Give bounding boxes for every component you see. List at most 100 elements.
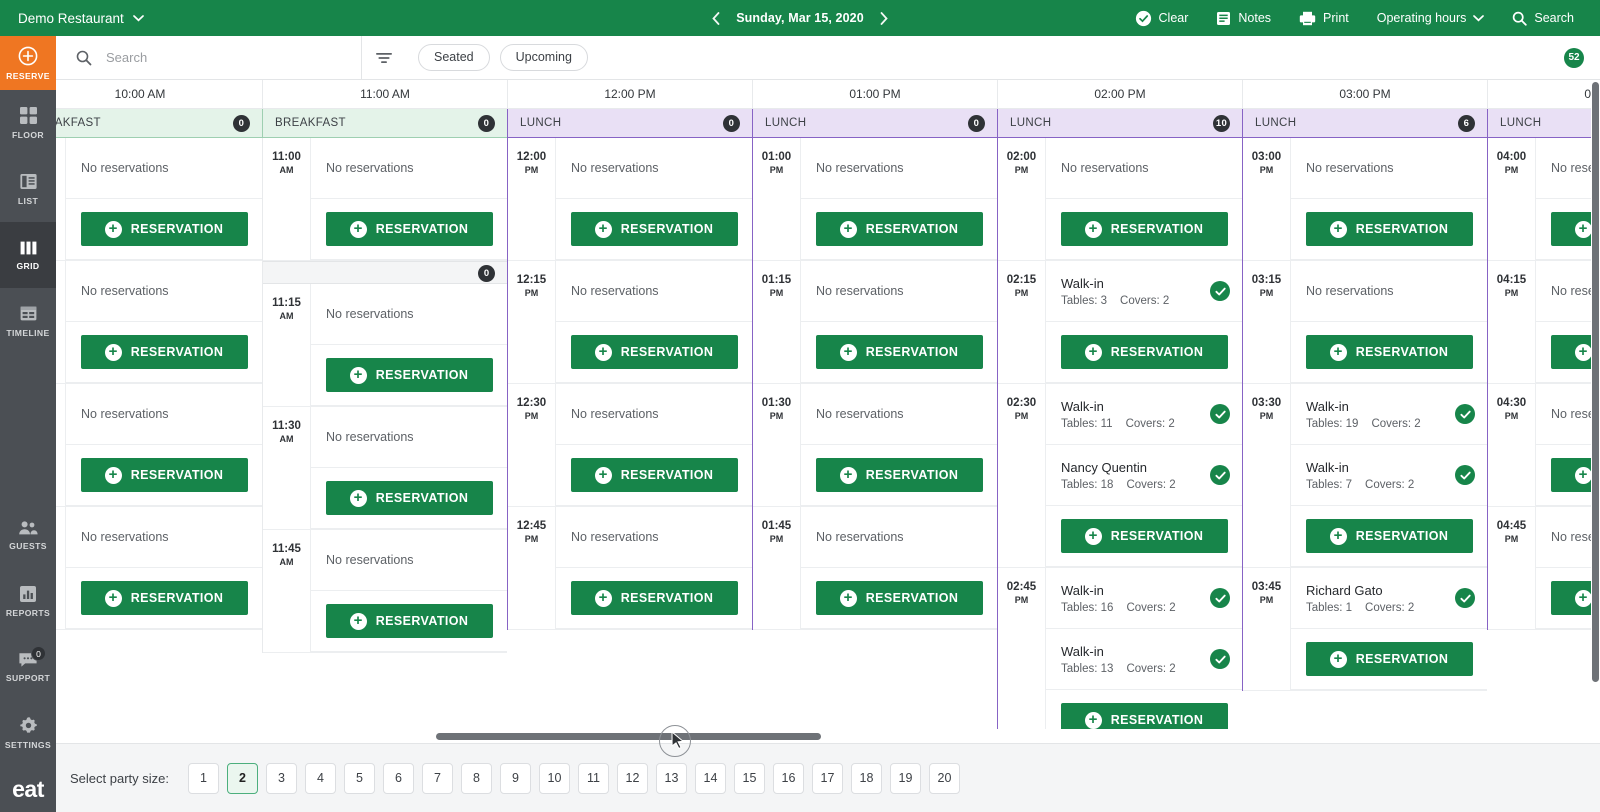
- add-reservation-button[interactable]: + RESERVATION: [1060, 335, 1228, 369]
- empty-slot-row[interactable]: No reservations: [1291, 261, 1487, 322]
- clear-button[interactable]: Clear: [1121, 0, 1203, 36]
- meal-period-sub-band[interactable]: 0: [263, 261, 507, 284]
- empty-slot-row[interactable]: No reservations: [311, 284, 507, 345]
- empty-slot-row[interactable]: No reservations: [1046, 138, 1242, 199]
- pill-seated[interactable]: Seated: [418, 44, 490, 71]
- meal-period-band[interactable]: LUNCH 0: [507, 109, 752, 138]
- restaurant-selector[interactable]: Demo Restaurant: [18, 11, 144, 26]
- party-size-option[interactable]: 12: [617, 762, 648, 794]
- party-size-option[interactable]: 10: [539, 762, 570, 794]
- empty-slot-row[interactable]: No reservations: [556, 507, 752, 568]
- add-reservation-button[interactable]: + RESERVATION: [80, 581, 248, 615]
- reservation-row[interactable]: Walk-in Tables: 11 Covers: 2: [1046, 384, 1242, 445]
- add-reservation-button[interactable]: + RESERVATION: [325, 358, 493, 392]
- operating-hours-dropdown[interactable]: Operating hours: [1363, 0, 1499, 36]
- party-size-option[interactable]: 1: [188, 762, 219, 794]
- chevron-left-icon[interactable]: [712, 11, 720, 25]
- print-button[interactable]: Print: [1285, 0, 1363, 36]
- meal-period-band[interactable]: LUNCH 6: [1242, 109, 1487, 138]
- status-confirmed-icon[interactable]: [1210, 281, 1230, 301]
- add-reservation-button[interactable]: + RESERVATION: [80, 335, 248, 369]
- add-reservation-button[interactable]: + RESERVATION: [1305, 519, 1473, 553]
- add-reservation-button[interactable]: + RESERVATION: [815, 335, 983, 369]
- empty-slot-row[interactable]: No reservations: [801, 384, 997, 445]
- add-reservation-button[interactable]: + RESERVATION: [570, 458, 738, 492]
- status-confirmed-icon[interactable]: [1210, 465, 1230, 485]
- pill-upcoming[interactable]: Upcoming: [499, 44, 588, 71]
- empty-slot-row[interactable]: No reservations: [311, 138, 507, 199]
- party-size-option[interactable]: 15: [734, 762, 765, 794]
- empty-slot-row[interactable]: No reservations: [66, 384, 262, 445]
- notes-button[interactable]: Notes: [1202, 0, 1285, 36]
- meal-period-band[interactable]: LUNCH 10: [997, 109, 1242, 138]
- party-size-option[interactable]: 2: [227, 762, 258, 794]
- meal-period-band[interactable]: BREAKFAST 0: [56, 109, 262, 138]
- sidebar-item-guests[interactable]: GUESTS: [0, 502, 56, 568]
- empty-slot-row[interactable]: No reservations: [66, 138, 262, 199]
- status-confirmed-icon[interactable]: [1210, 404, 1230, 424]
- party-size-option[interactable]: 13: [656, 762, 687, 794]
- party-size-option[interactable]: 3: [266, 762, 297, 794]
- party-size-option[interactable]: 16: [773, 762, 804, 794]
- party-size-option[interactable]: 4: [305, 762, 336, 794]
- meal-period-band[interactable]: BREAKFAST 0: [262, 109, 507, 138]
- current-date[interactable]: Sunday, Mar 15, 2020: [736, 11, 864, 25]
- add-reservation-button[interactable]: + RESERVATION: [815, 212, 983, 246]
- empty-slot-row[interactable]: No reservations: [556, 138, 752, 199]
- party-size-option[interactable]: 20: [929, 762, 960, 794]
- add-reservation-button[interactable]: + RESERVATION: [1060, 212, 1228, 246]
- meal-period-band[interactable]: LUNCH: [1487, 109, 1600, 138]
- party-size-option[interactable]: 5: [344, 762, 375, 794]
- add-reservation-button[interactable]: + RESERVATION: [1305, 642, 1473, 676]
- empty-slot-row[interactable]: No reservations: [801, 261, 997, 322]
- add-reservation-button[interactable]: + RESERVATION: [325, 481, 493, 515]
- sidebar-item-list[interactable]: LIST: [0, 156, 56, 222]
- party-size-option[interactable]: 11: [578, 762, 609, 794]
- party-size-option[interactable]: 6: [383, 762, 414, 794]
- horizontal-scrollbar-track[interactable]: [56, 733, 1600, 740]
- empty-slot-row[interactable]: No reservations: [66, 261, 262, 322]
- add-reservation-button[interactable]: + RESERVATION: [80, 458, 248, 492]
- party-size-option[interactable]: 7: [422, 762, 453, 794]
- reservation-grid[interactable]: 10:00 AMBREAKFAST010:00AMNo reservations…: [56, 80, 1600, 736]
- empty-slot-row[interactable]: No reservations: [311, 407, 507, 468]
- add-reservation-button[interactable]: + RESERVATION: [1305, 335, 1473, 369]
- add-reservation-button[interactable]: + RESERVATION: [1305, 212, 1473, 246]
- sidebar-item-floor[interactable]: FLOOR: [0, 90, 56, 156]
- filter-button[interactable]: [362, 36, 406, 80]
- search-input[interactable]: [106, 50, 346, 65]
- add-reservation-button[interactable]: + RESERVATION: [570, 212, 738, 246]
- vertical-scrollbar[interactable]: [1591, 80, 1600, 729]
- party-size-option[interactable]: 14: [695, 762, 726, 794]
- party-size-option[interactable]: 18: [851, 762, 882, 794]
- sidebar-item-reports[interactable]: REPORTS: [0, 568, 56, 634]
- add-reservation-button[interactable]: + RESERVATION: [325, 604, 493, 638]
- reservation-row[interactable]: Walk-in Tables: 13 Covers: 2: [1046, 629, 1242, 690]
- reservation-row[interactable]: Walk-in Tables: 19 Covers: 2: [1291, 384, 1487, 445]
- status-confirmed-icon[interactable]: [1455, 404, 1475, 424]
- sidebar-item-settings[interactable]: SETTINGS: [0, 700, 56, 766]
- empty-slot-row[interactable]: No reservations: [1291, 138, 1487, 199]
- reservation-row[interactable]: Walk-in Tables: 3 Covers: 2: [1046, 261, 1242, 322]
- empty-slot-row[interactable]: No reservations: [801, 507, 997, 568]
- empty-slot-row[interactable]: No reservations: [311, 530, 507, 591]
- status-confirmed-icon[interactable]: [1455, 588, 1475, 608]
- add-reservation-button[interactable]: + RESERVATION: [815, 458, 983, 492]
- reservation-row[interactable]: Walk-in Tables: 16 Covers: 2: [1046, 568, 1242, 629]
- add-reservation-button[interactable]: + RESERVATION: [570, 335, 738, 369]
- add-reservation-button[interactable]: + RESERVATION: [80, 212, 248, 246]
- horizontal-scrollbar-thumb[interactable]: [436, 733, 821, 740]
- sidebar-item-timeline[interactable]: TIMELINE: [0, 288, 56, 354]
- add-reservation-button[interactable]: + RESERVATION: [325, 212, 493, 246]
- add-reservation-button[interactable]: + RESERVATION: [815, 581, 983, 615]
- empty-slot-row[interactable]: No reservations: [556, 261, 752, 322]
- global-search-button[interactable]: Search: [1498, 0, 1588, 36]
- add-reservation-button[interactable]: + RESERVATION: [570, 581, 738, 615]
- horizontal-scrollbar[interactable]: [56, 729, 1600, 743]
- status-confirmed-icon[interactable]: [1210, 649, 1230, 669]
- reservation-row[interactable]: Richard Gato Tables: 1 Covers: 2: [1291, 568, 1487, 629]
- party-size-option[interactable]: 17: [812, 762, 843, 794]
- status-confirmed-icon[interactable]: [1210, 588, 1230, 608]
- chevron-right-icon[interactable]: [880, 11, 888, 25]
- add-reservation-button[interactable]: + RESERVATION: [1060, 519, 1228, 553]
